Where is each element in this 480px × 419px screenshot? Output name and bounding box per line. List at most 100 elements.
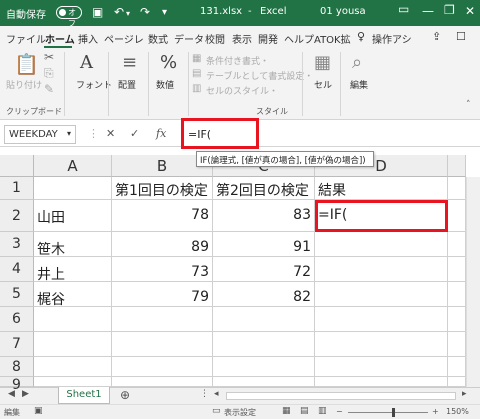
cell-e5[interactable] <box>448 282 466 307</box>
edit-button[interactable]: 編集 <box>350 78 368 91</box>
column-header-a[interactable]: A <box>34 155 112 177</box>
cell-c8[interactable] <box>213 357 315 377</box>
cell-b7[interactable] <box>112 332 213 357</box>
cell-c5[interactable]: 82 <box>213 282 315 307</box>
tab-view[interactable]: 表示 <box>232 31 252 46</box>
normal-view-icon[interactable]: ▦ <box>282 406 291 416</box>
cell-c2[interactable]: 83 <box>213 200 315 232</box>
cell-e1[interactable] <box>448 177 466 200</box>
cell-c9[interactable] <box>213 377 315 387</box>
cell-b8[interactable] <box>112 357 213 377</box>
row-header-2[interactable]: 2 <box>0 200 34 232</box>
row-header-8[interactable]: 8 <box>0 357 34 377</box>
collapse-ribbon-icon[interactable]: ˄ <box>466 100 471 110</box>
cell-a4[interactable]: 井上 <box>34 257 112 282</box>
search-icon[interactable]: ⌕ <box>352 52 362 73</box>
minimize-icon[interactable]: — <box>422 4 434 18</box>
save-icon[interactable]: ▣ <box>92 5 103 19</box>
cell-styles-icon[interactable]: ▥ <box>192 83 201 94</box>
table-format-icon[interactable]: ▤ <box>192 68 201 79</box>
paste-icon[interactable]: 📋 <box>14 52 39 76</box>
cell-b4[interactable]: 73 <box>112 257 213 282</box>
cell-d1[interactable]: 結果 <box>315 177 448 200</box>
cell-d4[interactable] <box>315 257 448 282</box>
cell-d3[interactable] <box>315 232 448 257</box>
tab-insert[interactable]: 挿入 <box>78 31 98 46</box>
tab-tell-me[interactable]: 操作アシ <box>372 31 412 46</box>
cell-c7[interactable] <box>213 332 315 357</box>
zoom-slider[interactable] <box>348 412 428 413</box>
format-as-table-button[interactable]: テーブルとして書式設定・ <box>206 69 313 82</box>
cells-icon[interactable]: ▦ <box>314 52 331 73</box>
row-header-1[interactable]: 1 <box>0 177 34 200</box>
tab-atok[interactable]: ATOK拡 <box>314 31 351 46</box>
percent-icon[interactable]: % <box>160 52 177 73</box>
cell-e7[interactable] <box>448 332 466 357</box>
accessibility-icon[interactable]: ▣ <box>34 406 43 416</box>
font-button[interactable]: フォント <box>76 78 112 91</box>
tab-help[interactable]: ヘルプ <box>284 31 314 46</box>
cell-e3[interactable] <box>448 232 466 257</box>
row-header-7[interactable]: 7 <box>0 332 34 357</box>
ribbon-display-icon[interactable]: ▭ <box>398 2 409 16</box>
enter-icon[interactable]: ✓ <box>130 127 139 140</box>
undo-dropdown-icon[interactable]: ▾ <box>126 9 130 18</box>
cell-e4[interactable] <box>448 257 466 282</box>
row-header-3[interactable]: 3 <box>0 232 34 257</box>
cell-b6[interactable] <box>112 307 213 332</box>
number-button[interactable]: 数値 <box>156 78 174 91</box>
cell-a6[interactable] <box>34 307 112 332</box>
select-all-corner[interactable] <box>0 155 34 177</box>
cell-b2[interactable]: 78 <box>112 200 213 232</box>
restore-icon[interactable]: ❐ <box>444 3 455 17</box>
cell-d7[interactable] <box>315 332 448 357</box>
cell-styles-button[interactable]: セルのスタイル・ <box>206 84 278 97</box>
cell-a1[interactable] <box>34 177 112 200</box>
tab-data[interactable]: データ <box>174 31 204 46</box>
cell-d9[interactable] <box>315 377 448 387</box>
sheet-options-icon[interactable]: ⋮ <box>200 389 209 399</box>
cell-b9[interactable] <box>112 377 213 387</box>
cell-a5[interactable]: 梶谷 <box>34 282 112 307</box>
paste-button[interactable]: 貼り付け <box>6 78 42 91</box>
cell-e9[interactable] <box>448 377 466 387</box>
conditional-format-button[interactable]: 条件付き書式・ <box>206 54 269 67</box>
name-box[interactable]: WEEKDAY ▾ <box>4 125 76 144</box>
cells-button[interactable]: セル <box>314 78 332 91</box>
autosave-toggle[interactable]: オフ <box>56 6 82 28</box>
close-icon[interactable]: ✕ <box>465 4 475 18</box>
customize-toolbar-icon[interactable]: ▾ <box>162 7 167 18</box>
cell-c1[interactable]: 第2回目の検定 <box>213 177 315 200</box>
cell-c3[interactable]: 91 <box>213 232 315 257</box>
zoom-slider-thumb[interactable] <box>392 408 395 417</box>
cell-e2[interactable] <box>448 200 466 232</box>
alignment-icon[interactable]: ≡ <box>122 52 137 73</box>
zoom-level[interactable]: 150% <box>446 407 469 416</box>
cell-a9[interactable] <box>34 377 112 387</box>
font-icon[interactable]: A <box>80 52 93 73</box>
display-settings-button[interactable]: 表示設定 <box>224 407 256 418</box>
cell-d6[interactable] <box>315 307 448 332</box>
column-header-e[interactable] <box>448 155 466 177</box>
cell-a2[interactable]: 山田 <box>34 200 112 232</box>
cancel-icon[interactable]: ✕ <box>106 127 115 140</box>
cell-b1[interactable]: 第1回目の検定 <box>112 177 213 200</box>
row-header-5[interactable]: 5 <box>0 282 34 307</box>
tab-file[interactable]: ファイル <box>6 31 46 46</box>
hscroll-left-icon[interactable]: ◂ <box>214 389 219 399</box>
hscroll-right-icon[interactable]: ▸ <box>462 389 467 399</box>
comment-icon[interactable]: ☐ <box>456 30 466 43</box>
name-box-dropdown-icon[interactable]: ▾ <box>67 129 71 138</box>
next-sheet-icon[interactable]: ▶ <box>22 389 29 399</box>
cell-b5[interactable]: 79 <box>112 282 213 307</box>
vertical-scrollbar[interactable] <box>466 177 480 387</box>
cell-e6[interactable] <box>448 307 466 332</box>
tab-home[interactable]: ホーム <box>45 31 75 46</box>
cell-a8[interactable] <box>34 357 112 377</box>
zoom-in-icon[interactable]: + <box>432 407 439 416</box>
cell-a7[interactable] <box>34 332 112 357</box>
tab-developer[interactable]: 開発 <box>258 31 278 46</box>
cell-d8[interactable] <box>315 357 448 377</box>
insert-function-icon[interactable]: fx <box>156 127 166 140</box>
page-break-icon[interactable]: ▥ <box>318 406 327 416</box>
